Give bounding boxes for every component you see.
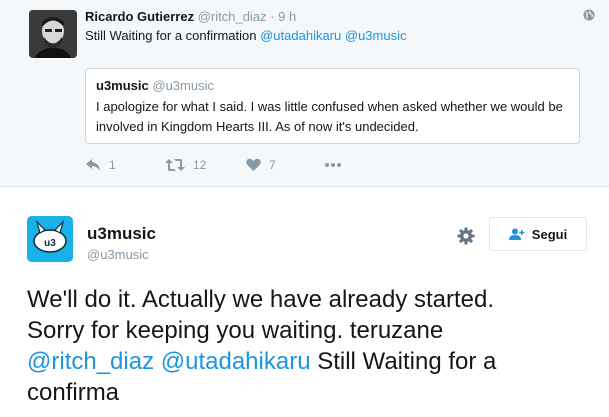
tweet-text-line: Sorry for keeping you waiting. teruzane [27, 317, 444, 344]
reply-count: 1 [109, 158, 116, 172]
retweet-button[interactable]: 12 [165, 158, 206, 172]
tweet-text-line: We'll do it. Actually we have already st… [27, 286, 495, 313]
retweet-count: 12 [193, 158, 207, 172]
reply-icon [86, 159, 100, 171]
more-button[interactable] [324, 158, 342, 172]
tweet-text-line: confirma [27, 379, 120, 406]
reply-button[interactable]: 1 [85, 158, 116, 172]
globe-icon [583, 9, 595, 21]
retweet-icon [165, 159, 185, 171]
author-name[interactable]: u3music [87, 224, 156, 244]
author-handle[interactable]: @u3music [87, 247, 149, 262]
author-name[interactable]: Ricardo Gutierrez [85, 9, 194, 24]
quoted-author-name: u3music [96, 78, 149, 93]
more-icon [325, 163, 341, 167]
svg-text:u3: u3 [44, 238, 56, 249]
quoted-author-handle: @u3music [152, 78, 214, 93]
tweet-text-content: Still Waiting for a confirmation [85, 28, 257, 43]
mention-link[interactable]: @utadahikaru [161, 348, 311, 375]
main-tweet: u3 u3music @u3music Segui We'll do it. A… [0, 187, 609, 417]
quoted-tweet-card[interactable]: u3music @u3music I apologize for what I … [85, 68, 580, 144]
author-handle[interactable]: @ritch_diaz [198, 9, 267, 24]
like-button[interactable]: 7 [246, 158, 276, 172]
quoted-tweet-text: I apologize for what I said. I was littl… [96, 99, 563, 134]
mention-link[interactable]: @ritch_diaz [27, 348, 154, 375]
follow-button[interactable]: Segui [489, 217, 587, 251]
conversation-context: Ricardo Gutierrez @ritch_diaz · 9 h Stil… [0, 0, 609, 187]
like-count: 7 [269, 158, 276, 172]
timestamp[interactable]: 9 h [278, 9, 296, 24]
avatar[interactable]: u3 [27, 216, 73, 262]
tweet-text-line: Still Waiting for a [317, 348, 497, 375]
tweet-text: We'll do it. Actually we have already st… [27, 284, 597, 408]
quoted-tweet-header: u3music @u3music [96, 78, 214, 93]
avatar[interactable] [29, 10, 77, 58]
follow-button-label: Segui [531, 226, 568, 242]
tweet-header: Ricardo Gutierrez @ritch_diaz · 9 h [85, 9, 296, 24]
add-user-icon [508, 228, 525, 240]
mention-link[interactable]: @u3music [345, 28, 407, 43]
gear-icon[interactable] [457, 227, 475, 245]
mention-link[interactable]: @utadahikaru [260, 28, 341, 43]
separator: · [270, 9, 275, 24]
tweet-text: Still Waiting for a confirmation @utadah… [85, 28, 406, 43]
heart-icon [246, 158, 261, 171]
